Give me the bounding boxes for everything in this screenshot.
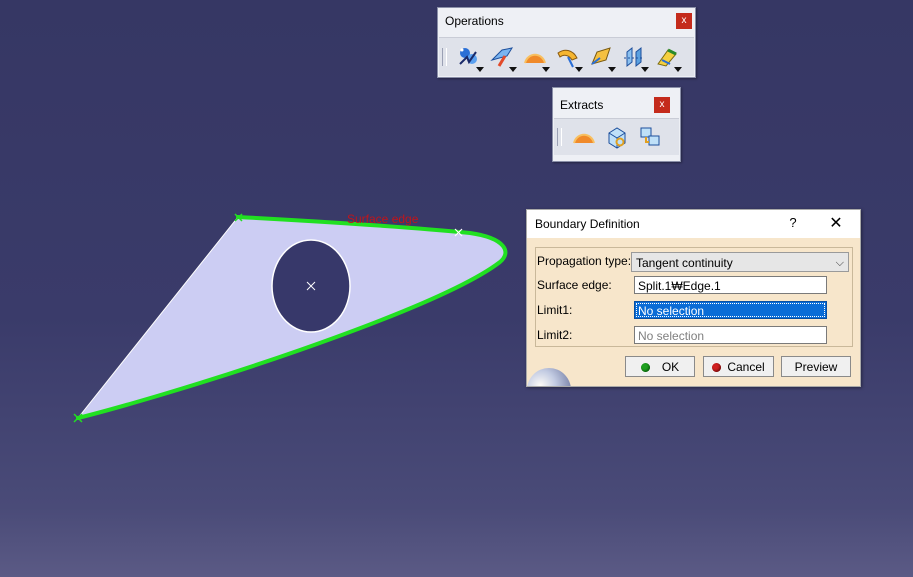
cancel-button-label: Cancel [727, 360, 765, 374]
boundary-definition-dialog: Boundary Definition ? ✕ Propagation type… [526, 209, 861, 387]
ok-button-label: OK [661, 360, 680, 374]
ok-button[interactable]: OK [625, 356, 695, 377]
limit1-field[interactable]: No selection [634, 301, 827, 319]
surface-edge-annotation: Surface edge [347, 212, 419, 226]
propagation-type-label: Propagation type: [537, 254, 632, 268]
boundary-icon[interactable] [567, 121, 600, 153]
cancel-button[interactable]: Cancel [703, 356, 774, 377]
propagation-type-select[interactable]: Tangent continuity ⌵ [631, 252, 849, 272]
limit2-label: Limit2: [537, 328, 573, 342]
limit2-field[interactable]: No selection [634, 326, 827, 344]
extracts-toolbar-close-button[interactable]: x [654, 97, 670, 113]
ok-status-icon [640, 363, 650, 372]
dialog-corner-graphic [527, 368, 571, 386]
surface-edge-field[interactable]: Split.1₩Edge.1 [634, 276, 827, 294]
limit1-label: Limit1: [537, 303, 573, 317]
help-button[interactable]: ? [785, 215, 801, 230]
preview-button[interactable]: Preview [781, 356, 851, 377]
chevron-down-icon[interactable]: ⌵ [836, 253, 844, 273]
extracts-toolbar: Extracts x [552, 87, 681, 162]
toolbar-grip[interactable] [557, 128, 562, 146]
extrapolate-icon[interactable] [650, 41, 683, 73]
dialog-close-button[interactable]: ✕ [827, 213, 845, 233]
operations-toolbar-icons [439, 37, 694, 76]
dialog-title: Boundary Definition [535, 217, 640, 231]
extract-icon[interactable] [600, 121, 633, 153]
dialog-titlebar[interactable]: Boundary Definition ? ✕ [527, 210, 860, 238]
join-icon[interactable] [452, 41, 485, 73]
translate-icon[interactable] [617, 41, 650, 73]
trim-icon[interactable] [584, 41, 617, 73]
operations-toolbar-close-button[interactable]: x [676, 13, 692, 29]
operations-toolbar-title: Operations [445, 14, 504, 28]
boundary-icon[interactable] [518, 41, 551, 73]
extracts-toolbar-icons [554, 118, 679, 155]
propagation-type-value: Tangent continuity [636, 256, 733, 270]
multiple-extract-icon[interactable] [633, 121, 666, 153]
toolbar-grip[interactable] [442, 48, 447, 66]
cancel-status-icon [712, 363, 722, 372]
healing-icon[interactable] [485, 41, 518, 73]
operations-toolbar: Operations x [437, 7, 696, 78]
split-icon[interactable] [551, 41, 584, 73]
surface-edge-label: Surface edge: [537, 278, 612, 292]
